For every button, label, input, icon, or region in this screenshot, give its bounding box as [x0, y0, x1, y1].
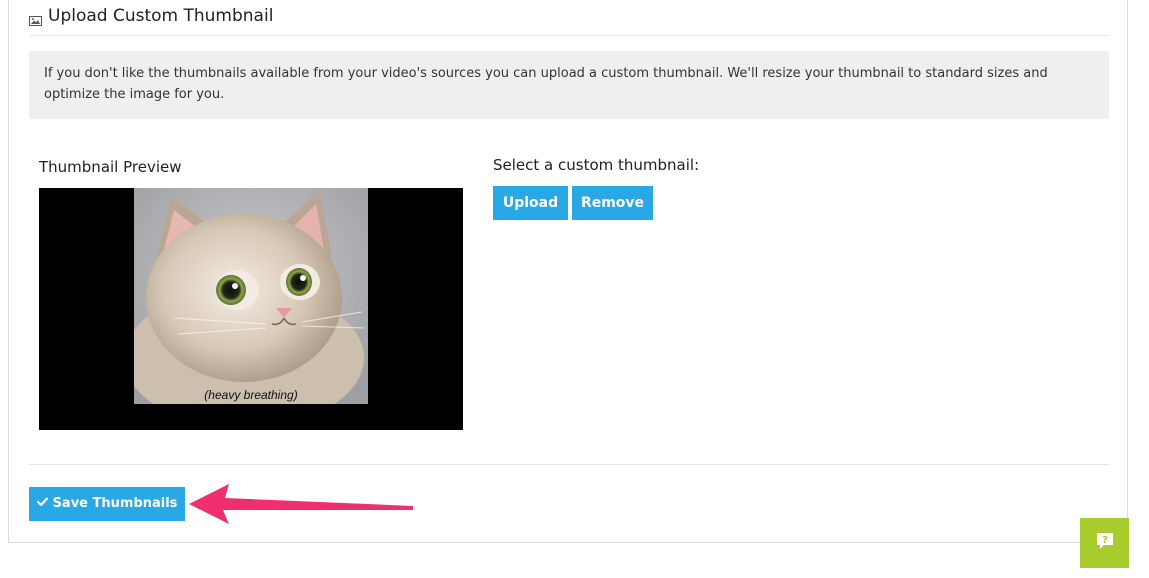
- annotation-arrow: [189, 484, 413, 524]
- question-chat-icon: ?: [1094, 530, 1116, 556]
- check-icon: [36, 487, 48, 521]
- svg-text:?: ?: [1102, 535, 1108, 546]
- save-thumbnails-button[interactable]: Save Thumbnails: [29, 487, 185, 521]
- section-title: Upload Custom Thumbnail: [48, 6, 274, 26]
- thumbnail-caption: (heavy breathing): [204, 388, 298, 402]
- help-chat-button[interactable]: ?: [1080, 518, 1129, 568]
- image-icon: [29, 11, 42, 26]
- preview-label: Thumbnail Preview: [39, 158, 182, 176]
- remove-button[interactable]: Remove: [572, 186, 653, 220]
- select-thumbnail-label: Select a custom thumbnail:: [493, 156, 700, 174]
- upload-button[interactable]: Upload: [493, 186, 568, 220]
- info-message: If you don't like the thumbnails availab…: [29, 51, 1109, 119]
- thumbnail-panel: Upload Custom Thumbnail If you don't lik…: [8, 0, 1128, 543]
- thumbnail-preview: (heavy breathing): [39, 188, 463, 430]
- thumbnail-image: (heavy breathing): [134, 188, 368, 404]
- divider: [29, 464, 1109, 465]
- save-thumbnails-label: Save Thumbnails: [52, 496, 178, 511]
- section-header: Upload Custom Thumbnail: [29, 5, 1109, 36]
